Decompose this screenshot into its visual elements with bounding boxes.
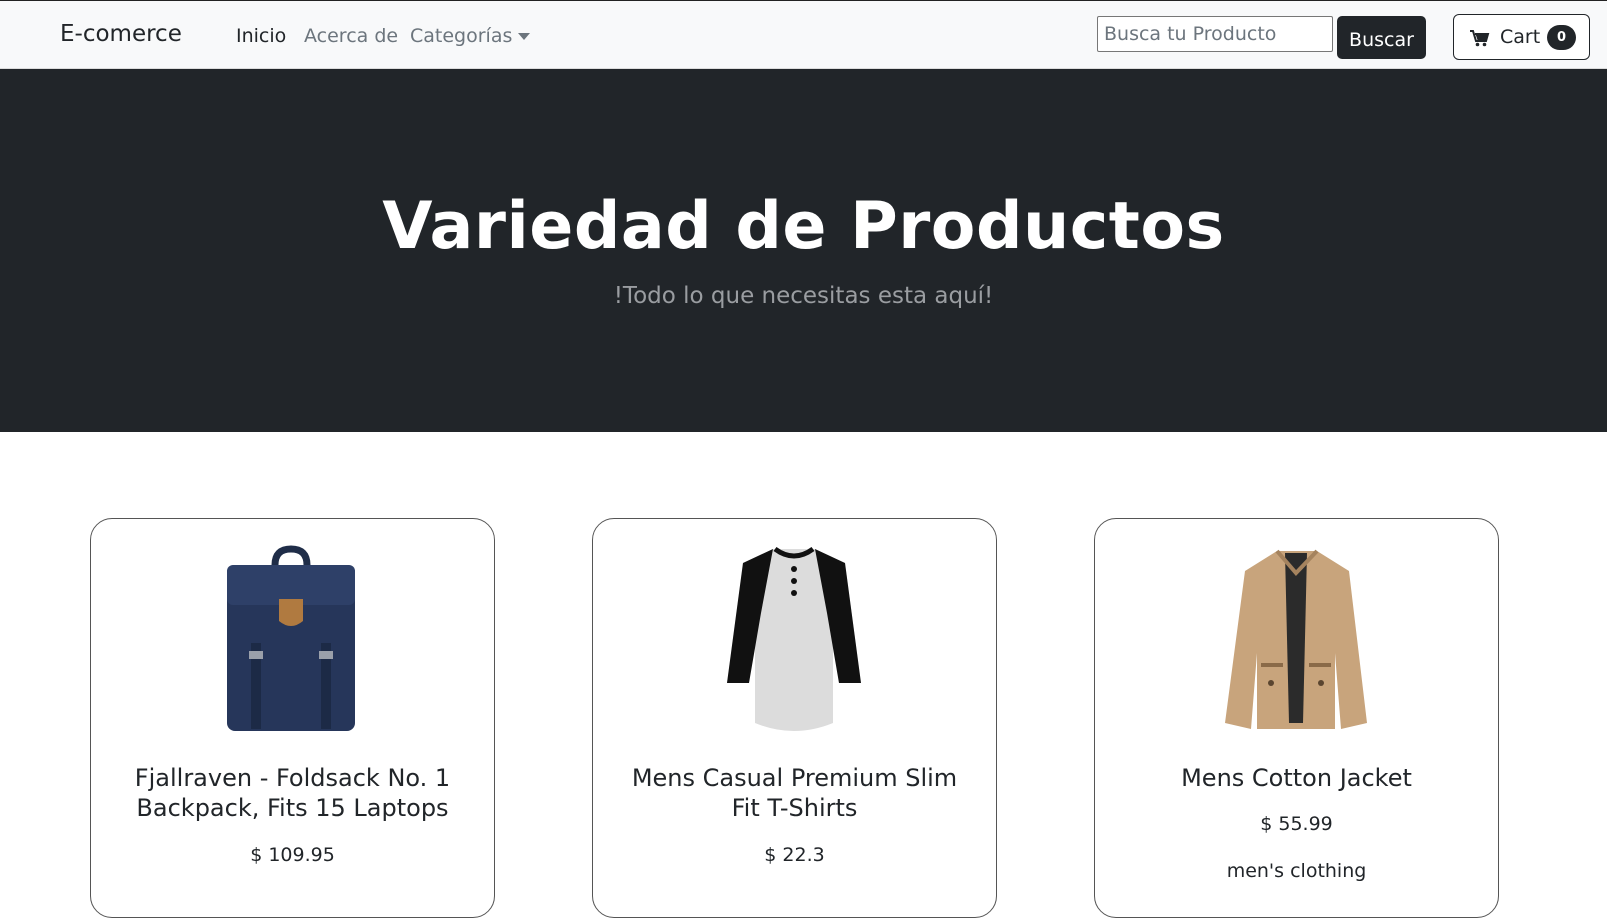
cart-label: Cart xyxy=(1500,26,1541,48)
product-card[interactable]: Fjallraven - Foldsack No. 1 Backpack, Fi… xyxy=(90,518,495,918)
hero-banner: Variedad de Productos !Todo lo que neces… xyxy=(0,69,1607,432)
product-category: men's clothing xyxy=(1226,860,1367,882)
search-input[interactable] xyxy=(1097,16,1333,52)
product-price: $ 22.3 xyxy=(764,844,825,866)
nav-dropdown-categorias[interactable]: Categorías xyxy=(410,25,531,47)
product-price: $ 109.95 xyxy=(250,844,335,866)
hero-title: Variedad de Productos xyxy=(382,189,1225,264)
hero-subtitle: !Todo lo que necesitas esta aquí! xyxy=(613,283,994,309)
brand-link[interactable]: E-comerce xyxy=(60,21,182,47)
navbar: E-comerce Inicio Acerca de Categorías Bu… xyxy=(0,0,1607,69)
search-button[interactable]: Buscar xyxy=(1337,16,1426,59)
cart-count-badge: 0 xyxy=(1547,25,1576,50)
nav-link-inicio[interactable]: Inicio xyxy=(236,25,286,47)
product-card[interactable]: Mens Cotton Jacket $ 55.99 men's clothin… xyxy=(1094,518,1499,918)
product-title: Mens Casual Premium Slim Fit T-Shirts xyxy=(631,764,958,822)
product-price: $ 55.99 xyxy=(1260,813,1333,835)
product-card[interactable]: Mens Casual Premium Slim Fit T-Shirts $ … xyxy=(592,518,997,918)
cart-button[interactable]: Cart 0 xyxy=(1453,14,1590,60)
product-title: Fjallraven - Foldsack No. 1 Backpack, Fi… xyxy=(134,764,451,822)
jacket-image xyxy=(1225,549,1367,729)
caret-down-icon xyxy=(518,33,531,40)
backpack-image xyxy=(227,545,355,731)
categorias-label: Categorías xyxy=(410,25,513,47)
tshirt-image xyxy=(727,546,861,731)
product-title: Mens Cotton Jacket xyxy=(1181,764,1412,792)
nav-link-acerca-de[interactable]: Acerca de xyxy=(304,25,398,47)
cart-icon xyxy=(1470,30,1490,47)
